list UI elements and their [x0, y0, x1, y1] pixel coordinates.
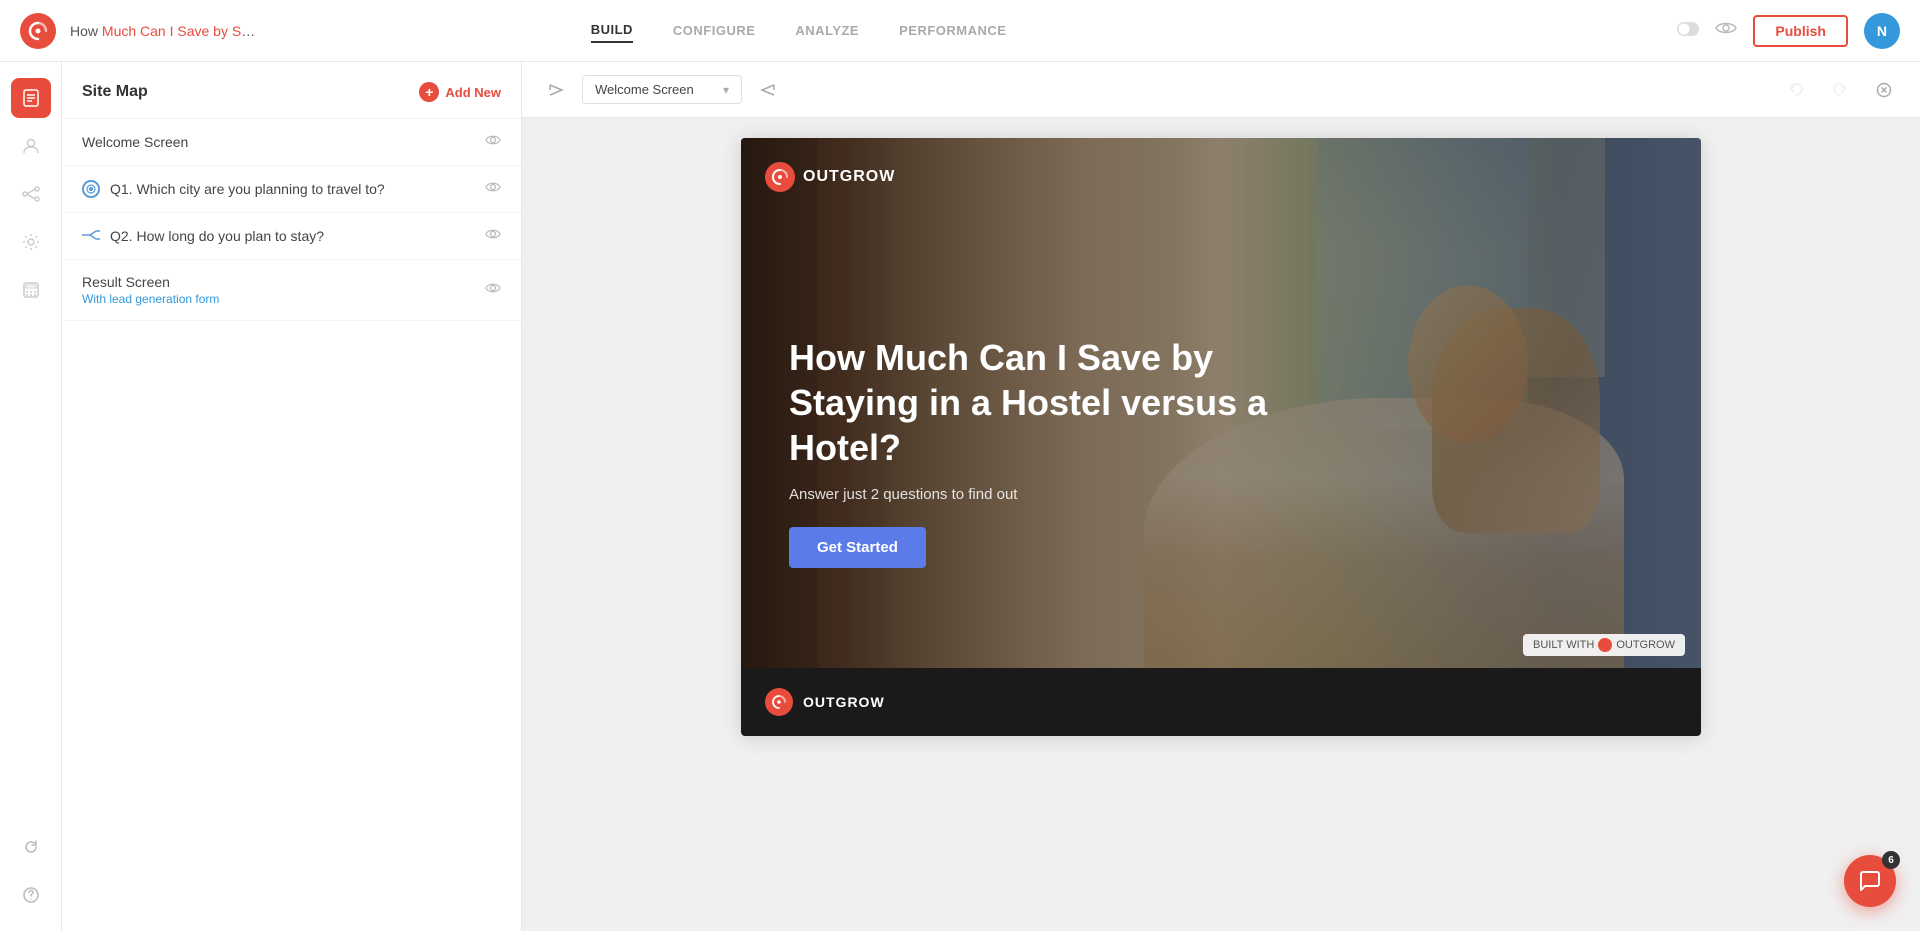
q2-label: Q2. How long do you plan to stay? [110, 228, 324, 244]
add-new-label: Add New [445, 85, 501, 100]
sitemap-item-q1[interactable]: Q1. Which city are you planning to trave… [62, 166, 521, 213]
next-screen-button[interactable] [754, 76, 782, 104]
q1-label: Q1. Which city are you planning to trave… [110, 181, 385, 197]
result-screen-label: Result Screen [82, 274, 219, 290]
chat-badge: 6 [1882, 851, 1900, 869]
sitemap-title: Site Map [82, 83, 148, 101]
app-title: How Much Can I Save by S… [70, 23, 255, 39]
close-button[interactable] [1868, 74, 1900, 106]
nav-actions: Publish N [1677, 13, 1900, 49]
built-with-text: BUILT WITH [1533, 639, 1594, 651]
prev-screen-button[interactable] [542, 76, 570, 104]
sidebar-item-user[interactable] [11, 126, 51, 166]
sitemap-header: Site Map + Add New [62, 62, 521, 119]
preview-icon[interactable] [1715, 19, 1737, 42]
hero-title: How Much Can I Save by Staying in a Host… [789, 335, 1269, 470]
eye-icon-q1[interactable] [485, 180, 501, 198]
nav-tabs: BUILD CONFIGURE ANALYZE PERFORMANCE [591, 18, 1007, 43]
hero-logo-icon [765, 162, 795, 192]
top-navigation: How Much Can I Save by S… BUILD CONFIGUR… [0, 0, 1920, 62]
sitemap-item-welcome[interactable]: Welcome Screen [62, 119, 521, 166]
undo-button[interactable] [1780, 74, 1812, 106]
redo-button[interactable] [1824, 74, 1856, 106]
hero-subtitle: Answer just 2 questions to find out [789, 486, 1269, 503]
main-content: Welcome Screen ▾ [522, 62, 1920, 931]
built-with-brand: OUTGROW [1616, 639, 1675, 651]
add-new-icon: + [419, 82, 439, 102]
get-started-button[interactable]: Get Started [789, 527, 926, 568]
add-new-button[interactable]: + Add New [419, 82, 501, 102]
preview-hero: OUTGROW How Much Can I Save by Staying i… [741, 138, 1701, 668]
chevron-down-icon: ▾ [723, 83, 729, 97]
hero-content: How Much Can I Save by Staying in a Host… [789, 335, 1269, 568]
footer-logo-text: OUTGROW [803, 694, 885, 710]
user-avatar[interactable]: N [1864, 13, 1900, 49]
branch-icon [82, 228, 100, 244]
publish-button[interactable]: Publish [1753, 15, 1848, 47]
screen-selector-label: Welcome Screen [595, 82, 715, 97]
preview-canvas: OUTGROW How Much Can I Save by Staying i… [522, 118, 1920, 756]
eye-icon-q2[interactable] [485, 227, 501, 245]
sitemap-panel: Site Map + Add New Welcome Screen Q [62, 62, 522, 931]
sidebar-item-calculator[interactable] [11, 270, 51, 310]
sidebar-item-refresh[interactable] [11, 827, 51, 867]
lead-gen-label: With lead generation form [82, 292, 219, 306]
preview-card: OUTGROW How Much Can I Save by Staying i… [741, 138, 1701, 736]
sidebar-item-pages[interactable] [11, 78, 51, 118]
tab-performance[interactable]: PERFORMANCE [899, 19, 1006, 42]
question-radio-icon [82, 180, 100, 198]
sidebar-item-help[interactable] [11, 875, 51, 915]
preview-footer: OUTGROW [741, 668, 1701, 736]
eye-icon-welcome[interactable] [485, 133, 501, 151]
tab-analyze[interactable]: ANALYZE [795, 19, 859, 42]
built-with-logo-icon [1598, 638, 1612, 652]
sitemap-item-result[interactable]: Result Screen With lead generation form [62, 260, 521, 321]
hero-logo-text: OUTGROW [803, 168, 895, 186]
eye-icon-result[interactable] [485, 281, 501, 299]
toggle-icon[interactable] [1677, 19, 1699, 42]
screen-selector[interactable]: Welcome Screen ▾ [582, 75, 742, 104]
built-with-badge: BUILT WITH OUTGROW [1523, 634, 1685, 656]
app-logo[interactable] [20, 13, 56, 49]
content-toolbar: Welcome Screen ▾ [522, 62, 1920, 118]
welcome-screen-label: Welcome Screen [82, 134, 188, 150]
chat-bubble[interactable]: 6 [1844, 855, 1896, 907]
sidebar-item-logic[interactable] [11, 174, 51, 214]
hero-logo: OUTGROW [765, 162, 895, 192]
footer-logo-icon [765, 688, 793, 716]
sidebar-item-settings[interactable] [11, 222, 51, 262]
tab-configure[interactable]: CONFIGURE [673, 19, 756, 42]
sitemap-item-q2[interactable]: Q2. How long do you plan to stay? [62, 213, 521, 260]
icon-sidebar [0, 62, 62, 931]
tab-build[interactable]: BUILD [591, 18, 633, 43]
